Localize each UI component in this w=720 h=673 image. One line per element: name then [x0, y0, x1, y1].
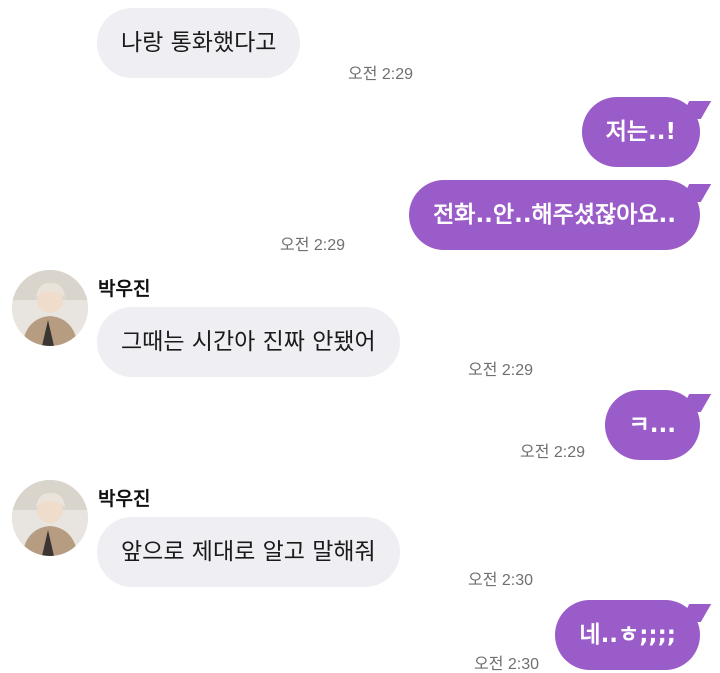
outgoing-message-bubble[interactable]: ㅋ...	[604, 390, 700, 460]
incoming-message-bubble[interactable]: 그때는 시간아 진짜 안됐어	[97, 307, 400, 377]
sender-avatar[interactable]	[12, 270, 88, 346]
incoming-message-bubble[interactable]: 나랑 통화했다고	[97, 8, 301, 78]
message-timestamp: 오전 2:29	[280, 237, 346, 254]
message-timestamp: 오전 2:29	[520, 444, 586, 461]
outgoing-message-bubble[interactable]: 네..ㅎ;;;;	[555, 600, 700, 670]
message-timestamp: 오전 2:29	[468, 362, 534, 379]
outgoing-message-bubble[interactable]: 저는..!	[581, 97, 700, 167]
sender-name: 박우진	[98, 278, 151, 300]
outgoing-message-bubble[interactable]: 전화..안..해주셨잖아요..	[409, 180, 700, 250]
message-timestamp: 오전 2:29	[348, 66, 414, 83]
avatar-icon	[12, 270, 88, 346]
incoming-message-bubble[interactable]: 앞으로 제대로 알고 말해줘	[97, 517, 400, 587]
sender-name: 박우진	[98, 488, 151, 510]
message-timestamp: 오전 2:30	[468, 572, 534, 589]
sender-avatar[interactable]	[12, 480, 88, 556]
avatar-icon	[12, 480, 88, 556]
message-timestamp: 오전 2:30	[474, 656, 540, 673]
